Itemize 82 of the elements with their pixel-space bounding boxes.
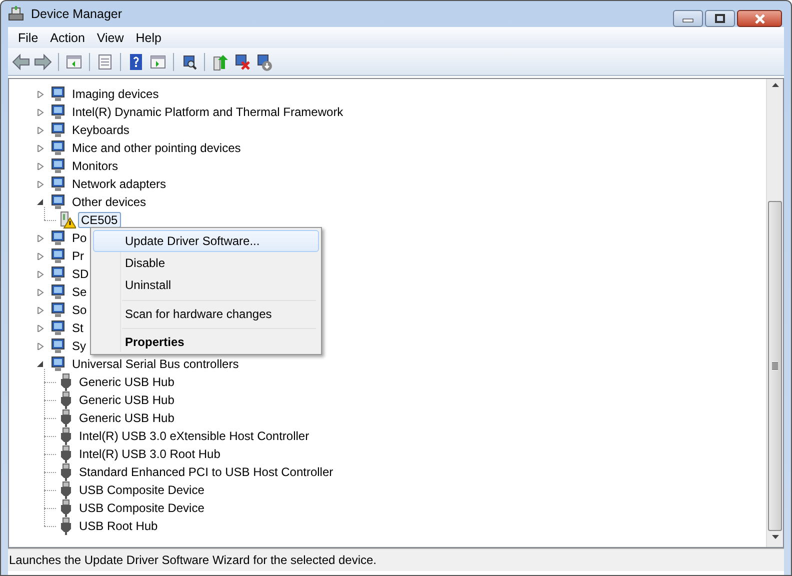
collapse-icon[interactable] bbox=[36, 360, 44, 368]
device-icon bbox=[49, 121, 67, 139]
expand-icon[interactable] bbox=[36, 144, 44, 152]
tree-item[interactable]: Keyboards bbox=[69, 122, 132, 138]
close-button[interactable] bbox=[737, 10, 782, 27]
collapse-icon[interactable] bbox=[36, 198, 44, 206]
device-icon bbox=[49, 157, 67, 175]
tree-item[interactable]: Mice and other pointing devices bbox=[69, 140, 244, 156]
device-icon bbox=[49, 301, 67, 319]
tree-item[interactable]: SD bbox=[69, 266, 92, 282]
menu-item[interactable]: Disable bbox=[93, 252, 319, 274]
tree-item[interactable]: Standard Enhanced PCI to USB Host Controller bbox=[76, 464, 336, 480]
tree-item[interactable]: Generic USB Hub bbox=[76, 410, 178, 426]
tree-item[interactable]: Sy bbox=[69, 338, 90, 354]
expand-icon[interactable] bbox=[36, 306, 44, 314]
enable-device-icon[interactable] bbox=[255, 52, 273, 70]
device-icon bbox=[49, 193, 67, 211]
menu-item[interactable]: Update Driver Software... bbox=[93, 230, 319, 252]
tree-item[interactable]: Imaging devices bbox=[69, 86, 162, 102]
menu-item[interactable]: File bbox=[12, 30, 44, 44]
panel-icon[interactable] bbox=[65, 52, 83, 70]
device-icon bbox=[49, 283, 67, 301]
menu-item[interactable]: Uninstall bbox=[93, 274, 319, 296]
expand-icon[interactable] bbox=[36, 90, 44, 98]
tree-item[interactable]: USB Root Hub bbox=[76, 518, 161, 534]
expand-icon[interactable] bbox=[36, 180, 44, 188]
menu-item[interactable]: Help bbox=[130, 30, 168, 44]
panel-icon[interactable] bbox=[149, 52, 167, 70]
back-arrow-icon[interactable] bbox=[12, 52, 30, 70]
expand-icon[interactable] bbox=[36, 288, 44, 296]
expand-icon[interactable] bbox=[36, 270, 44, 278]
tree-item[interactable]: Pr bbox=[69, 248, 87, 264]
tree-item[interactable]: Other devices bbox=[69, 194, 150, 210]
tree-item[interactable]: Network adapters bbox=[69, 176, 170, 192]
window-title: Device Manager bbox=[31, 7, 122, 21]
tree-item[interactable]: Intel(R) USB 3.0 Root Hub bbox=[76, 446, 224, 462]
expand-icon[interactable] bbox=[36, 234, 44, 242]
update-driver-icon[interactable] bbox=[211, 52, 229, 70]
device-icon bbox=[49, 319, 67, 337]
close-icon bbox=[752, 14, 766, 24]
expand-icon[interactable] bbox=[36, 108, 44, 116]
properties-icon[interactable] bbox=[96, 52, 114, 70]
maximize-button[interactable] bbox=[705, 10, 735, 27]
tree-item[interactable]: Generic USB Hub bbox=[76, 392, 178, 408]
device-icon bbox=[49, 139, 67, 157]
device-icon bbox=[49, 265, 67, 283]
device-icon bbox=[49, 247, 67, 265]
status-text: Launches the Update Driver Software Wizard for the selected device. bbox=[9, 553, 377, 567]
scroll-thumb[interactable] bbox=[768, 201, 782, 531]
device-icon bbox=[49, 103, 67, 121]
tree-item[interactable]: Intel(R) USB 3.0 eXtensible Host Controller bbox=[76, 428, 312, 444]
tree-item[interactable]: Universal Serial Bus controllers bbox=[69, 356, 242, 372]
device-icon bbox=[49, 229, 67, 247]
tree-item[interactable]: Po bbox=[69, 230, 90, 246]
device-icon bbox=[49, 175, 67, 193]
tree-item[interactable]: Intel(R) Dynamic Platform and Thermal Framework bbox=[69, 104, 346, 120]
expand-icon[interactable] bbox=[36, 252, 44, 260]
expand-icon[interactable] bbox=[36, 324, 44, 332]
scrollbar[interactable] bbox=[766, 79, 783, 547]
device-manager-icon bbox=[7, 5, 25, 23]
forward-arrow-icon[interactable] bbox=[34, 52, 52, 70]
grip-icon bbox=[771, 362, 779, 370]
expand-icon[interactable] bbox=[36, 342, 44, 350]
minimize-button[interactable] bbox=[673, 10, 703, 27]
menu-item[interactable]: View bbox=[90, 30, 130, 44]
device-icon bbox=[49, 337, 67, 355]
tree-item[interactable]: CE505 bbox=[78, 212, 121, 228]
uninstall-icon[interactable] bbox=[233, 52, 251, 70]
tree-item[interactable]: USB Composite Device bbox=[76, 500, 208, 516]
maximize-icon bbox=[713, 14, 727, 24]
tree-item[interactable]: St bbox=[69, 320, 86, 336]
tree-item[interactable]: So bbox=[69, 302, 90, 318]
tree-item[interactable]: USB Composite Device bbox=[76, 482, 208, 498]
tree-item[interactable]: Monitors bbox=[69, 158, 122, 174]
device-icon bbox=[49, 85, 67, 103]
help-icon[interactable] bbox=[127, 52, 145, 70]
expand-icon[interactable] bbox=[36, 126, 44, 134]
expand-icon[interactable] bbox=[36, 162, 44, 170]
tree-item[interactable]: Se bbox=[69, 284, 90, 300]
menu-item[interactable]: Action bbox=[44, 30, 91, 44]
tree-item[interactable]: Generic USB Hub bbox=[76, 374, 178, 390]
device-icon bbox=[49, 355, 67, 373]
